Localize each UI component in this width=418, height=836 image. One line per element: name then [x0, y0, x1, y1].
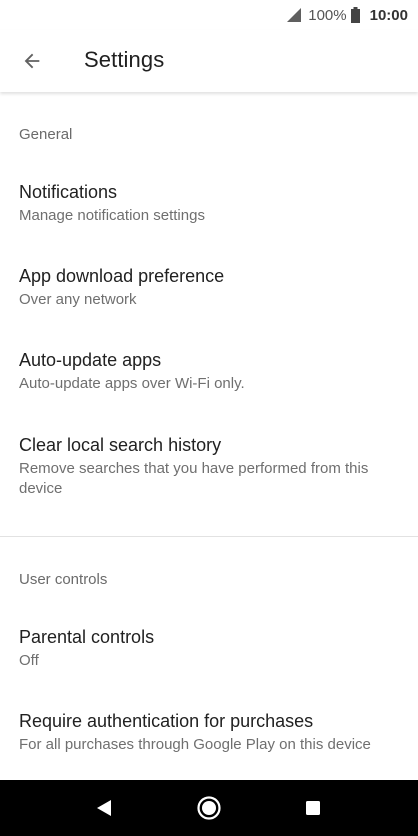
battery-icon	[350, 7, 360, 23]
setting-subtitle: Auto-update apps over Wi-Fi only.	[19, 375, 245, 392]
setting-subtitle: Off	[19, 652, 39, 669]
setting-clear-search-history[interactable]: Clear local search history Remove search…	[19, 434, 404, 499]
home-circle-icon	[197, 796, 221, 820]
setting-title: Notifications	[19, 182, 118, 202]
setting-title: Parental controls	[19, 627, 155, 647]
setting-app-download-preference[interactable]: App download preference Over any network	[19, 265, 404, 310]
back-triangle-icon	[97, 800, 111, 816]
back-button[interactable]	[14, 43, 50, 79]
section-divider	[0, 536, 418, 537]
section-header-user-controls: User controls	[19, 571, 108, 588]
navigation-bar	[0, 780, 418, 836]
setting-parental-controls[interactable]: Parental controls Off	[19, 626, 404, 671]
signal-icon	[287, 8, 302, 22]
recents-square-icon	[306, 801, 320, 815]
setting-title: Auto-update apps	[19, 350, 162, 370]
setting-require-authentication[interactable]: Require authentication for purchases For…	[19, 710, 404, 755]
app-bar: Settings	[0, 30, 418, 92]
setting-title: Require authentication for purchases	[19, 711, 314, 731]
setting-notifications[interactable]: Notifications Manage notification settin…	[19, 181, 404, 226]
setting-auto-update-apps[interactable]: Auto-update apps Auto-update apps over W…	[19, 349, 404, 394]
setting-title: App download preference	[19, 266, 225, 286]
section-header-general: General	[19, 126, 73, 143]
clock: 10:00	[369, 6, 408, 24]
nav-recents-button[interactable]	[295, 790, 331, 826]
setting-title: Clear local search history	[19, 435, 222, 455]
setting-subtitle: Manage notification settings	[19, 207, 205, 224]
page-title: Settings	[84, 47, 165, 72]
nav-home-button[interactable]	[191, 790, 227, 826]
setting-subtitle: Remove searches that you have performed …	[19, 460, 369, 497]
setting-subtitle: Over any network	[19, 291, 137, 308]
arrow-back-icon	[24, 53, 40, 69]
setting-subtitle: For all purchases through Google Play on…	[19, 736, 371, 753]
status-bar: 100% 10:00	[0, 0, 418, 30]
nav-back-button[interactable]	[86, 790, 122, 826]
screen: 100% 10:00 Settings General Notification…	[0, 0, 418, 836]
battery-percent: 100%	[308, 6, 347, 24]
